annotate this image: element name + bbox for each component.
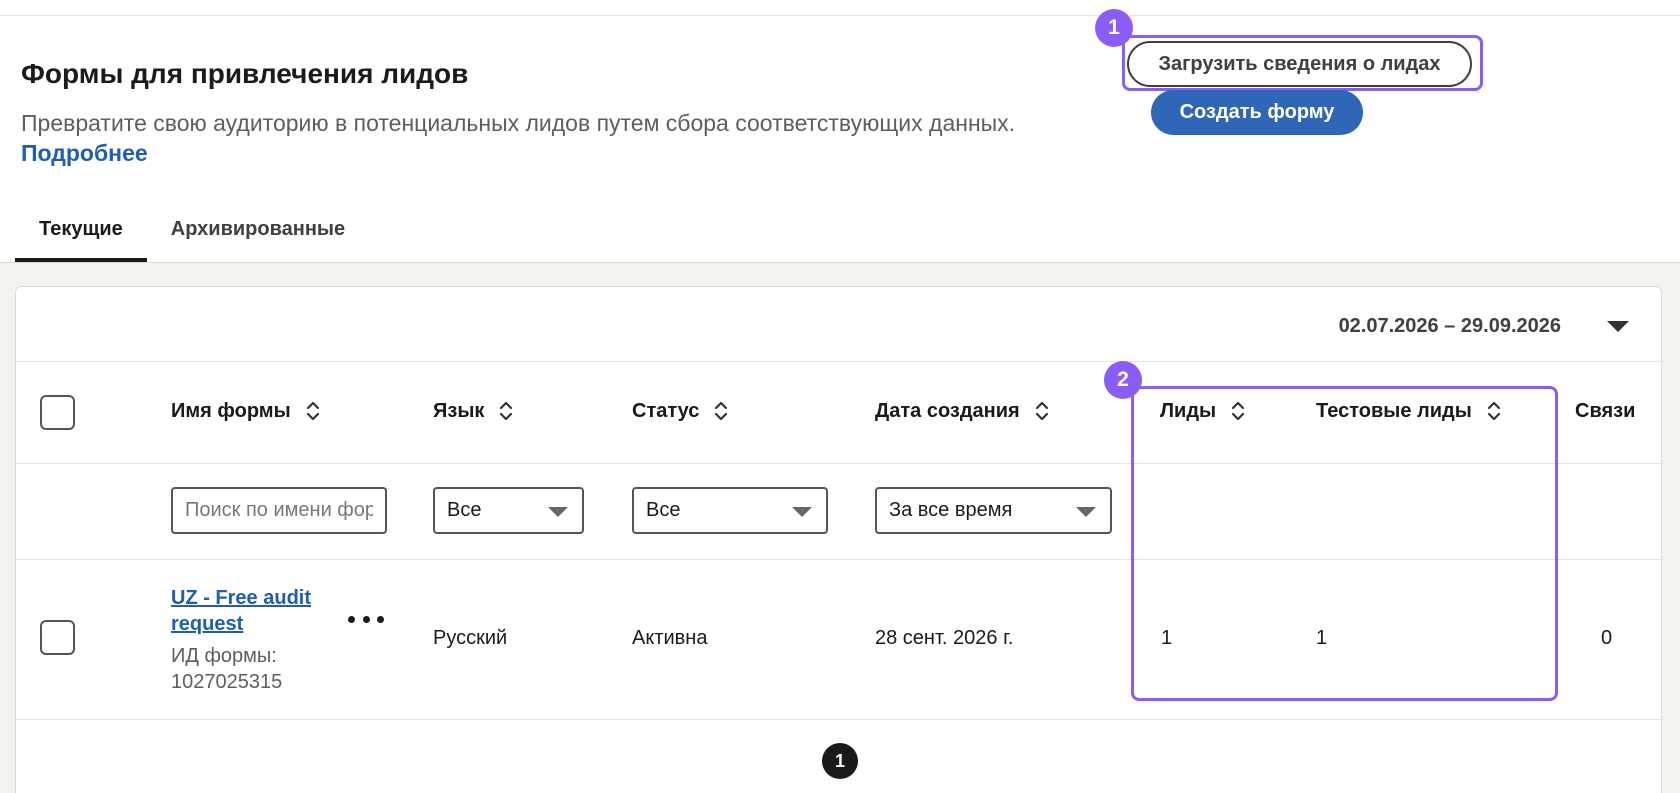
column-header-language[interactable]: Язык [433, 395, 514, 427]
column-label: Статус [632, 399, 700, 422]
chevron-down-icon [792, 507, 812, 517]
page-title: Формы для привлечения лидов [21, 58, 469, 89]
page-description: Превратите свою аудиторию в потенциальны… [21, 110, 1016, 136]
row-created-date: 28 сент. 2026 г. [875, 627, 1014, 649]
language-filter-select[interactable]: Все [433, 487, 584, 534]
row-language: Русский [433, 627, 508, 649]
select-all-checkbox[interactable] [40, 395, 75, 430]
create-form-button[interactable]: Создать форму [1151, 90, 1363, 135]
column-label: Дата создания [875, 399, 1020, 422]
form-id: ИД формы: 1027025315 [171, 645, 283, 693]
status-filter-select[interactable]: Все [632, 487, 828, 534]
column-header-connections[interactable]: Связи [1575, 395, 1635, 427]
more-options-icon[interactable] [348, 609, 384, 629]
chevron-down-icon[interactable] [1607, 321, 1629, 332]
divider [16, 361, 1661, 362]
column-header-status[interactable]: Статус [632, 395, 729, 427]
pagination-page-current[interactable]: 1 [822, 743, 858, 779]
column-header-form-name[interactable]: Имя формы [171, 395, 321, 427]
sort-icon[interactable] [1034, 399, 1050, 423]
column-label: Связи [1575, 399, 1636, 422]
learn-more-link[interactable]: Подробнее [21, 140, 148, 167]
row-connections-count: 0 [1601, 627, 1613, 649]
chevron-down-icon [548, 507, 568, 517]
date-range-selector[interactable]: 02.07.2026 – 29.09.2026 [1339, 315, 1561, 338]
row-status: Активна [632, 627, 708, 649]
row-checkbox[interactable] [40, 620, 75, 655]
form-name-link[interactable]: UZ - Free audit request [171, 585, 341, 637]
select-value: За все время [889, 499, 1013, 521]
select-value: Все [447, 499, 482, 521]
column-label: Имя формы [171, 399, 291, 422]
column-label: Язык [433, 399, 485, 422]
upload-leads-button[interactable]: Загрузить сведения о лидах [1127, 41, 1472, 87]
tab-current[interactable]: Текущие [15, 200, 147, 262]
annotation-badge-2: 2 [1104, 361, 1142, 399]
select-value: Все [646, 499, 681, 521]
sort-icon[interactable] [305, 399, 321, 423]
tab-archived[interactable]: Архивированные [147, 200, 369, 262]
chevron-down-icon [1076, 507, 1096, 517]
search-input[interactable] [171, 487, 387, 534]
tab-bar: Текущие Архивированные [15, 200, 369, 262]
column-header-created[interactable]: Дата создания [875, 395, 1050, 427]
top-divider [0, 15, 1680, 16]
created-filter-select[interactable]: За все время [875, 487, 1112, 534]
divider [16, 719, 1661, 720]
sort-icon[interactable] [713, 399, 729, 423]
annotation-badge-1: 1 [1095, 9, 1133, 47]
highlight-box-leads-columns [1131, 386, 1558, 701]
sort-icon[interactable] [498, 399, 514, 423]
